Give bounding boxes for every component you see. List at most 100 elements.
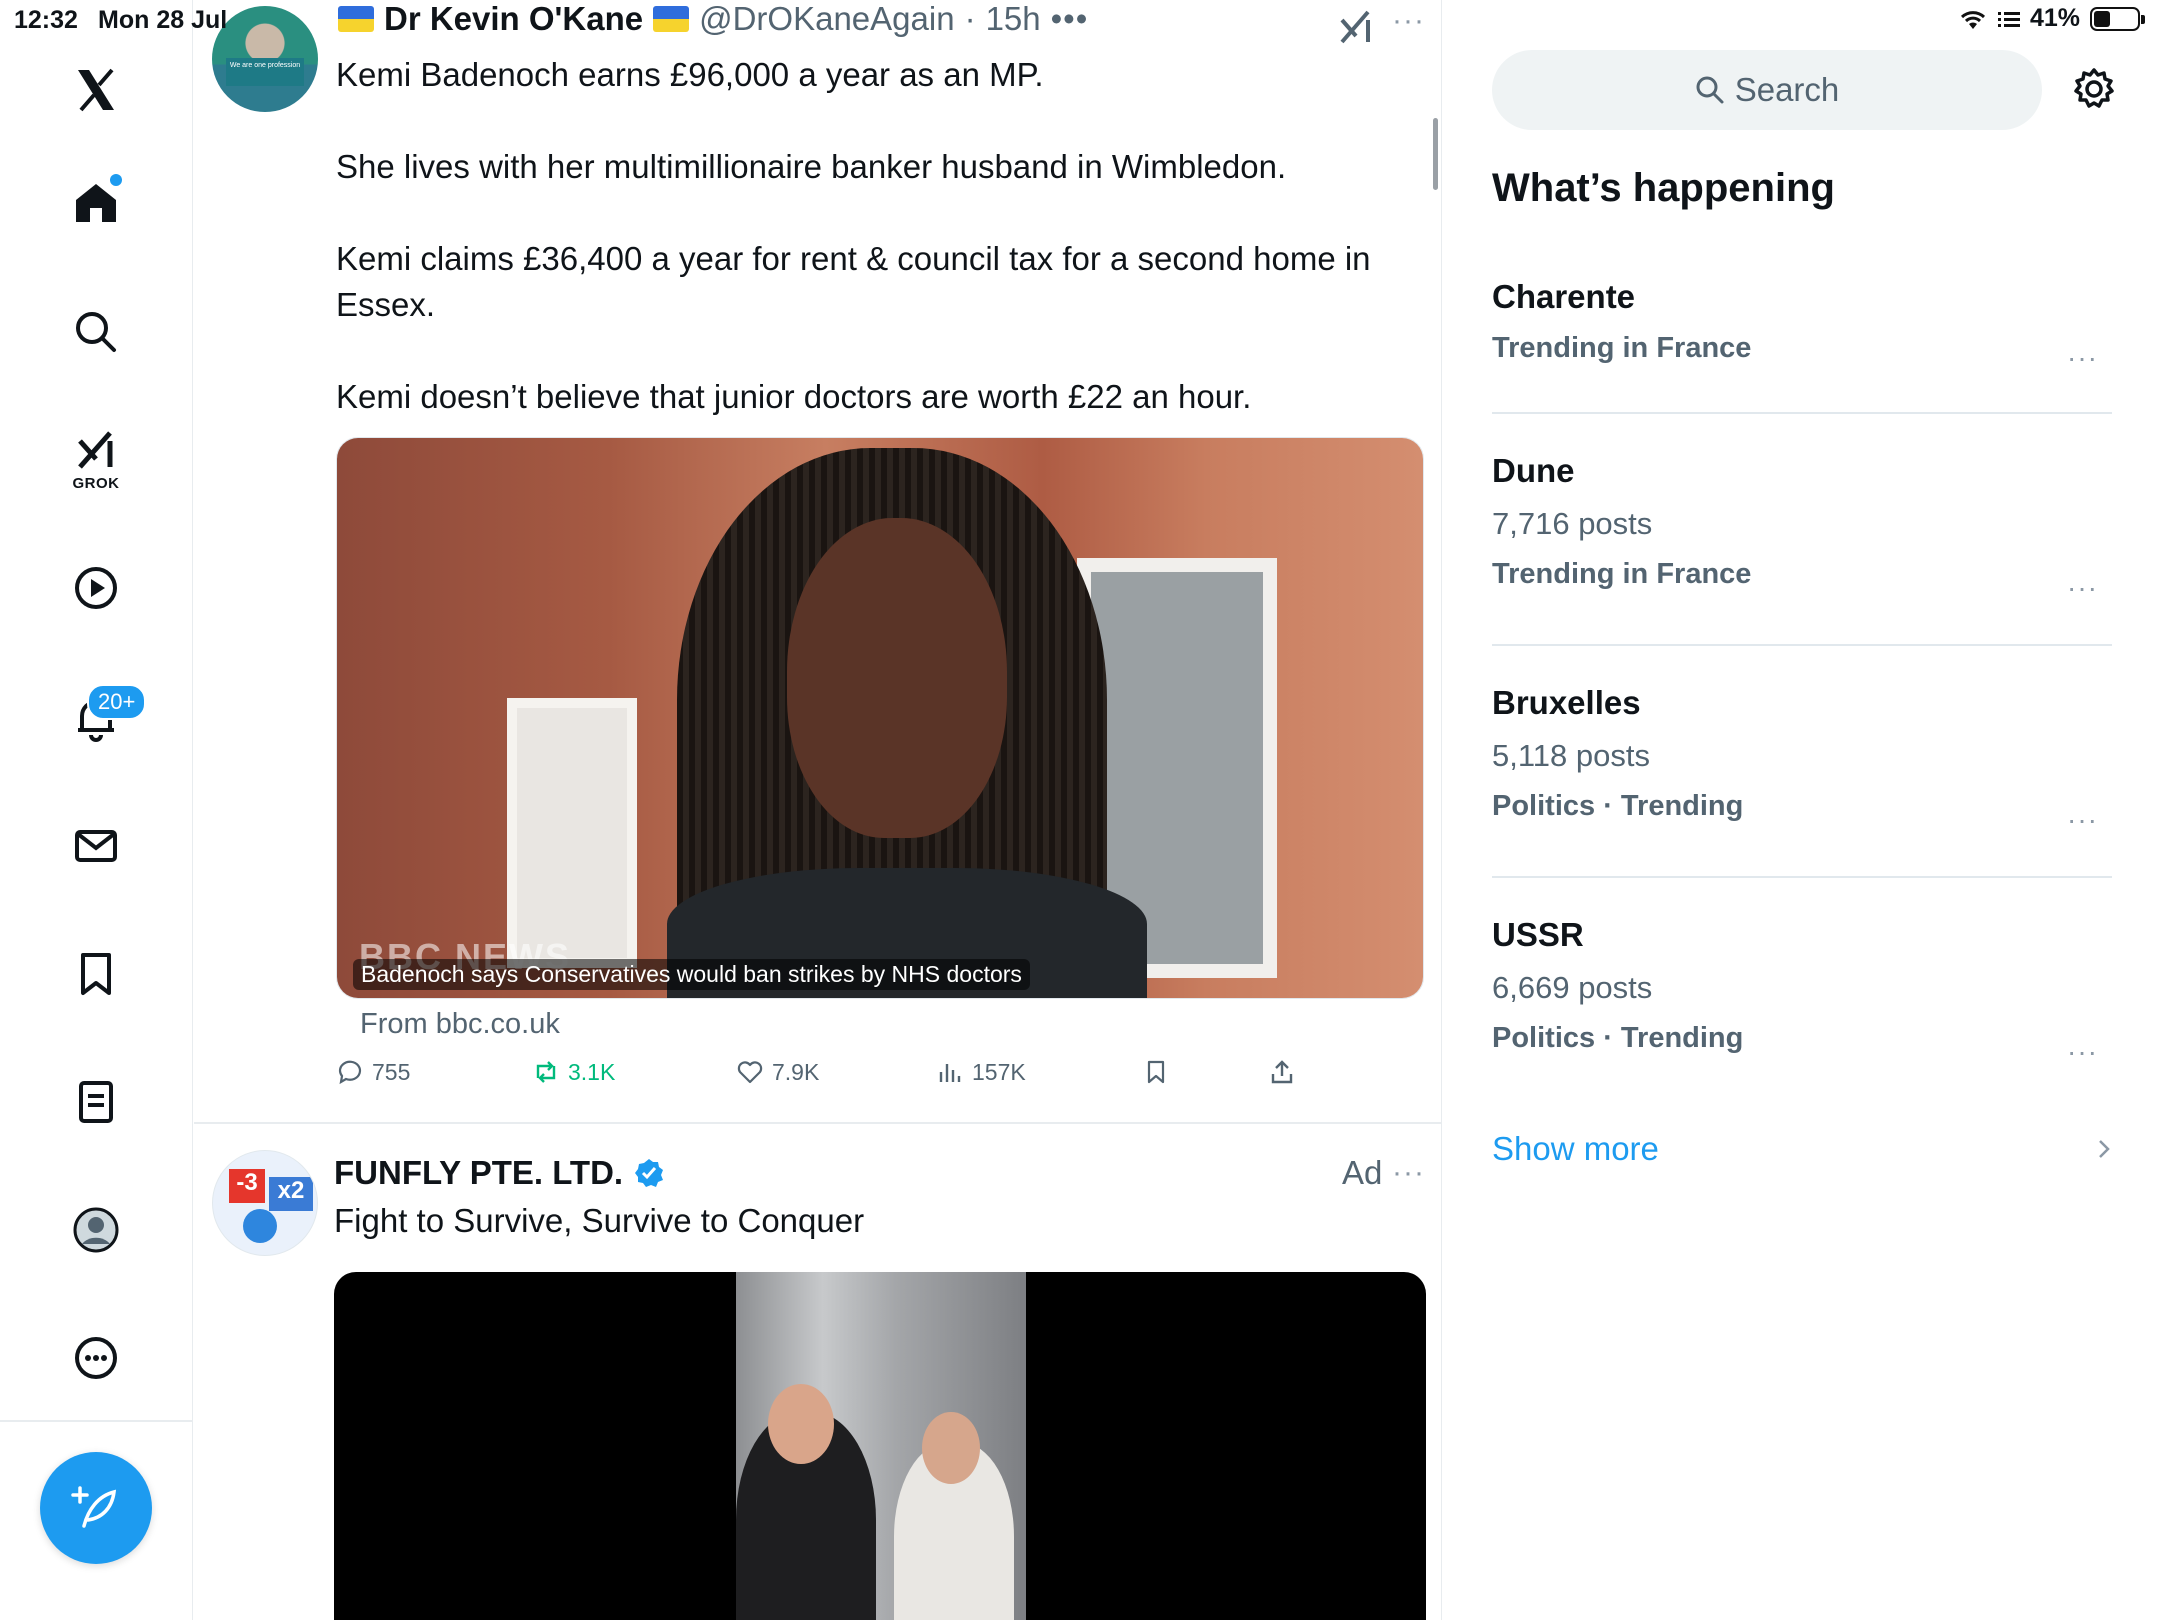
- grok-nav-item[interactable]: GROK: [56, 418, 136, 498]
- trend-more-menu[interactable]: ···: [2067, 342, 2098, 374]
- status-bar: 12:32 Mon 28 Jul 41%: [0, 0, 2160, 40]
- messages-envelope-icon[interactable]: [56, 806, 136, 886]
- status-date: Mon 28 Jul: [98, 6, 228, 34]
- right-sidebar: Search What’s happening Charente Trendin…: [1443, 0, 2160, 1620]
- battery-fill: [2094, 10, 2111, 27]
- tweet-actions: 755 3.1K 7.9K 157K: [336, 1058, 1336, 1098]
- left-nav: GROK 20+: [0, 0, 193, 1620]
- ad-video[interactable]: [334, 1272, 1426, 1620]
- bookmark-tweet-button[interactable]: [1142, 1058, 1170, 1086]
- nav-divider: [0, 1420, 193, 1422]
- views-button[interactable]: 157K: [936, 1058, 1026, 1086]
- timeline-scrollbar[interactable]: [1433, 118, 1438, 190]
- avatar-character: [243, 1209, 277, 1243]
- whats-happening-heading: What’s happening: [1492, 166, 1835, 210]
- home-unread-dot: [110, 174, 122, 186]
- ad-text: Fight to Survive, Survive to Conquer: [334, 1202, 865, 1239]
- status-time: 12:32: [14, 6, 78, 34]
- grok-icon: [78, 430, 113, 469]
- video-person-head: [922, 1412, 980, 1484]
- trend-item[interactable]: USSR 6,669 posts Politics · Trending ···: [1492, 916, 2112, 1067]
- reply-icon: [338, 1060, 362, 1085]
- advertiser-name[interactable]: FUNFLY PTE. LTD.: [334, 1154, 623, 1192]
- share-button[interactable]: [1268, 1058, 1296, 1086]
- photo-window: [507, 698, 637, 968]
- trend-title: Charente: [1492, 278, 1636, 315]
- notifications-badge: 20+: [87, 684, 147, 720]
- card-caption: Badenoch says Conservatives would ban st…: [353, 959, 1030, 990]
- grok-label: GROK: [72, 474, 120, 492]
- avatar-badge: x2: [269, 1177, 313, 1211]
- trend-divider: [1492, 644, 2112, 646]
- battery-percent: 41%: [2029, 4, 2080, 32]
- tweet-text: Kemi Badenoch earns £96,000 a year as an…: [336, 52, 1386, 420]
- reply-button[interactable]: 755: [336, 1058, 410, 1086]
- trend-post-count: 7,716 posts: [1492, 506, 1653, 541]
- battery-icon: [2090, 6, 2145, 31]
- trend-title: Dune: [1492, 452, 1575, 489]
- advertiser-avatar[interactable]: -3 x2: [212, 1150, 318, 1256]
- chevron-right-icon: [2099, 1140, 2110, 1158]
- trend-context: Trending in France: [1492, 558, 1752, 590]
- trend-divider: [1492, 876, 2112, 878]
- views-bar-chart-icon: [939, 1064, 961, 1082]
- repost-icon: [536, 1061, 556, 1083]
- trend-context: Trending in France: [1492, 332, 1752, 364]
- bookmark-icon[interactable]: [56, 934, 136, 1014]
- trend-context: Politics · Trending: [1492, 790, 1744, 822]
- trend-title: USSR: [1492, 916, 1584, 953]
- ad-more-menu[interactable]: ···: [1392, 1156, 1425, 1190]
- avatar-sign: We are one profession: [226, 58, 304, 86]
- search-icon[interactable]: [56, 292, 136, 372]
- timeline: We are one profession Dr Kevin O'Kane @D…: [194, 0, 1442, 1620]
- photo-face: [787, 518, 1007, 838]
- trend-context: Politics · Trending: [1492, 1022, 1744, 1054]
- repost-button[interactable]: 3.1K: [532, 1058, 615, 1086]
- ad-header: FUNFLY PTE. LTD.: [334, 1154, 665, 1192]
- list-icon: [1997, 11, 2020, 27]
- ad-label: Ad: [1342, 1154, 1383, 1191]
- reply-count: 755: [372, 1058, 411, 1085]
- trend-more-menu[interactable]: ···: [2067, 1036, 2098, 1068]
- bookmark-icon: [1147, 1060, 1165, 1084]
- heart-icon: [737, 1061, 763, 1084]
- tweet-paragraph: Kemi Badenoch earns £96,000 a year as an…: [336, 56, 1044, 93]
- trend-divider: [1492, 412, 2112, 414]
- compose-post-button[interactable]: [40, 1452, 152, 1564]
- trend-item[interactable]: Charente Trending in France ···: [1492, 278, 2112, 373]
- trend-post-count: 5,118 posts: [1492, 738, 1650, 773]
- trend-more-menu[interactable]: ···: [2067, 572, 2098, 604]
- trend-more-menu[interactable]: ···: [2067, 804, 2098, 836]
- video-frame: [736, 1272, 1026, 1620]
- tweet-paragraph: Kemi doesn’t believe that junior doctors…: [336, 378, 1252, 415]
- trend-post-count: 6,669 posts: [1492, 970, 1653, 1005]
- lists-icon[interactable]: [56, 1062, 136, 1142]
- x-logo-icon[interactable]: [56, 50, 136, 130]
- news-photo: [337, 438, 1423, 998]
- view-count: 157K: [972, 1058, 1026, 1085]
- avatar-badge: -3: [229, 1169, 265, 1203]
- trend-title: Bruxelles: [1492, 684, 1641, 721]
- wifi-icon: [1960, 10, 1985, 29]
- tweet-paragraph: She lives with her multimillionaire bank…: [336, 148, 1287, 185]
- search-icon: [1696, 76, 1724, 104]
- more-circle-icon[interactable]: [56, 1318, 136, 1398]
- like-count: 7.9K: [772, 1058, 820, 1085]
- card-source[interactable]: From bbc.co.uk: [360, 1008, 560, 1041]
- video-icon[interactable]: [56, 548, 136, 628]
- settings-gear-icon[interactable]: [2071, 66, 2117, 112]
- show-more-link[interactable]: Show more: [1492, 1130, 1659, 1168]
- trend-item[interactable]: Dune 7,716 posts Trending in France ···: [1492, 452, 2112, 603]
- link-card-image[interactable]: BBC NEWS Badenoch says Conservatives wou…: [336, 437, 1424, 999]
- status-right: 41%: [1958, 4, 2145, 33]
- like-button[interactable]: 7.9K: [736, 1058, 819, 1086]
- verified-badge-icon: [635, 1159, 664, 1187]
- profile-avatar-icon[interactable]: [56, 1190, 136, 1270]
- repost-count: 3.1K: [568, 1058, 616, 1085]
- video-person-head: [768, 1384, 834, 1464]
- search-input[interactable]: Search: [1492, 50, 2042, 130]
- home-icon[interactable]: [56, 162, 136, 242]
- trend-item[interactable]: Bruxelles 5,118 posts Politics · Trendin…: [1492, 684, 2112, 835]
- tweet-paragraph: Kemi claims £36,400 a year for rent & co…: [336, 240, 1371, 323]
- search-placeholder: Search: [1734, 71, 1840, 108]
